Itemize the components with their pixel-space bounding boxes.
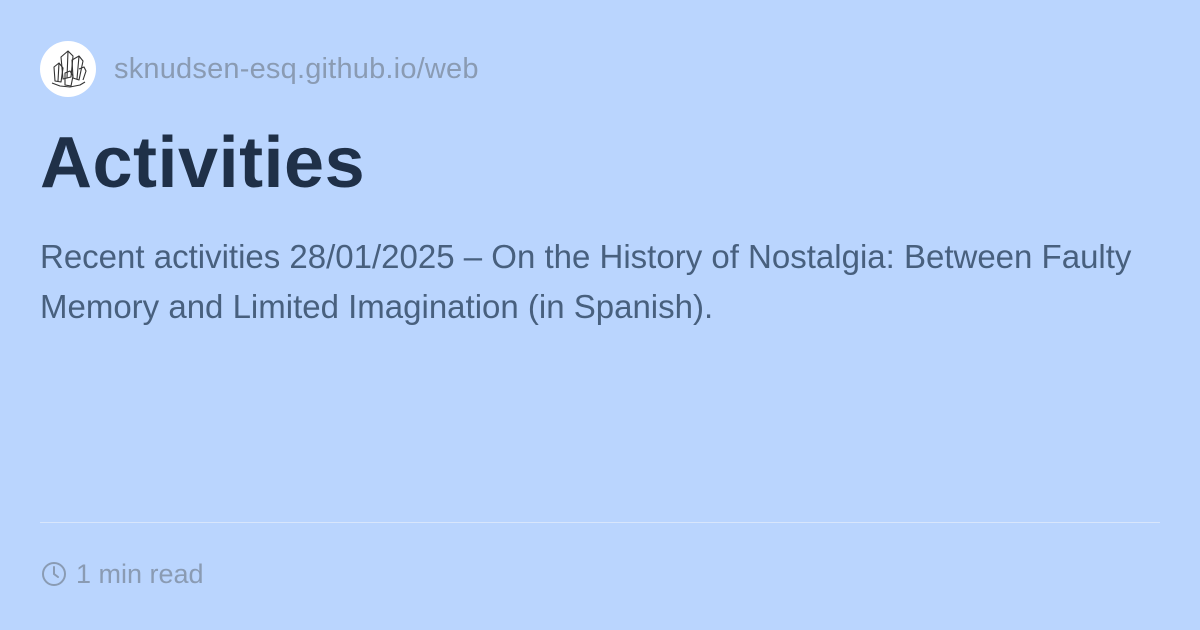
divider <box>40 522 1160 523</box>
read-time-label: 1 min read <box>76 558 204 589</box>
crystal-cluster-logo-icon <box>40 41 96 97</box>
reading-time: 1 min read <box>40 556 204 592</box>
site-url[interactable]: sknudsen-esq.github.io/web <box>114 53 479 86</box>
page-title: Activities <box>40 123 366 203</box>
site-header[interactable]: sknudsen-esq.github.io/web <box>40 41 479 97</box>
page-description: Recent activities 28/01/2025 – On the Hi… <box>40 238 1132 325</box>
clock-icon <box>40 560 68 588</box>
social-preview-card: sknudsen-esq.github.io/web Activities Re… <box>0 0 1200 630</box>
